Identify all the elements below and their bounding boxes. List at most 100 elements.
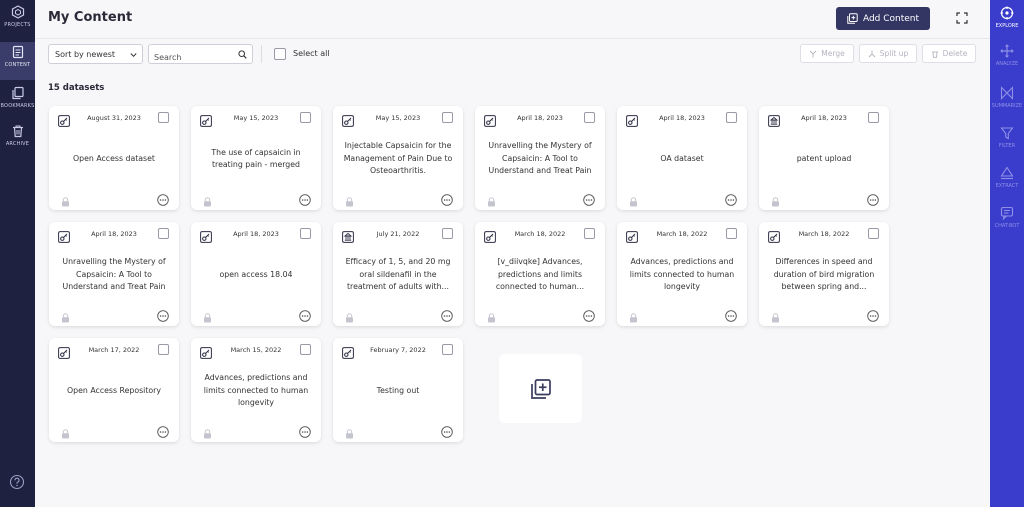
dataset-checkbox[interactable] <box>726 228 737 239</box>
dataset-card[interactable]: April 18, 2023 Unravelling the Mystery of… <box>49 222 179 326</box>
more-options-icon[interactable] <box>299 191 311 206</box>
search-box <box>148 44 253 67</box>
dataset-card[interactable]: February 7, 2022 Testing out <box>333 338 463 442</box>
key-icon <box>342 344 354 359</box>
explore-icon <box>1000 6 1014 20</box>
dataset-checkbox[interactable] <box>158 112 169 123</box>
dataset-card[interactable]: March 18, 2022 Advances, predictions and … <box>617 222 747 326</box>
dataset-checkbox[interactable] <box>300 112 311 123</box>
dataset-checkbox[interactable] <box>726 112 737 123</box>
nav-projects[interactable]: PROJECTS <box>0 2 35 40</box>
merge-button[interactable]: Merge <box>800 44 854 63</box>
more-options-icon[interactable] <box>725 307 737 322</box>
tool-summarize[interactable]: SUMMARIZE <box>990 82 1024 118</box>
sort-select[interactable]: Sort by newest <box>48 44 143 64</box>
dataset-checkbox[interactable] <box>300 344 311 355</box>
more-options-icon[interactable] <box>441 191 453 206</box>
tool-chat-bot[interactable]: CHAT-BOT <box>990 202 1024 238</box>
dataset-checkbox[interactable] <box>868 112 879 123</box>
nav-label: CONTENT <box>4 62 31 68</box>
more-options-icon[interactable] <box>583 191 595 206</box>
fullscreen-icon[interactable] <box>956 12 968 24</box>
tool-extract[interactable]: EXTRACT <box>990 162 1024 198</box>
more-options-icon[interactable] <box>583 307 595 322</box>
more-options-icon[interactable] <box>867 191 879 206</box>
dataset-title: Injectable Capsaicin for the Management … <box>343 141 453 176</box>
dataset-checkbox[interactable] <box>158 228 169 239</box>
add-dataset-card[interactable] <box>499 354 582 423</box>
more-options-icon[interactable] <box>441 307 453 322</box>
split-icon <box>868 50 876 57</box>
filter-icon <box>1000 127 1014 140</box>
dataset-title: Unravelling the Mystery of Capsaicin: A … <box>488 141 592 176</box>
add-copy-icon <box>530 378 551 399</box>
more-options-icon[interactable] <box>725 191 737 206</box>
select-all-checkbox[interactable] <box>274 48 286 60</box>
delete-button[interactable]: Delete <box>922 44 976 63</box>
dataset-checkbox[interactable] <box>442 112 453 123</box>
dataset-checkbox[interactable] <box>584 228 595 239</box>
dataset-card[interactable]: March 15, 2022 Advances, predictions and … <box>191 338 321 442</box>
add-content-button[interactable]: Add Content <box>836 7 930 30</box>
dataset-card[interactable]: April 18, 2023 OA dataset <box>617 106 747 210</box>
dataset-date: April 18, 2023 <box>91 230 137 238</box>
key-icon <box>768 228 780 243</box>
add-copy-icon <box>847 13 858 24</box>
question-icon[interactable] <box>9 474 25 490</box>
dataset-date: May 15, 2023 <box>233 114 279 122</box>
lock-icon <box>345 308 354 323</box>
dataset-card[interactable]: March 18, 2022 [v_diivqke] Advances, pred… <box>475 222 605 326</box>
lock-icon <box>203 192 212 207</box>
tool-analyze[interactable]: ANALYZE <box>990 40 1024 76</box>
more-options-icon[interactable] <box>867 307 879 322</box>
lock-icon <box>629 192 638 207</box>
tool-filter[interactable]: FILTER <box>990 122 1024 158</box>
more-options-icon[interactable] <box>441 423 453 438</box>
lock-icon <box>203 424 212 439</box>
search-input[interactable] <box>149 48 233 67</box>
dataset-card[interactable]: April 18, 2023 open access 18.04 <box>191 222 321 326</box>
patent-icon <box>768 112 780 127</box>
dataset-date: August 31, 2023 <box>87 114 141 122</box>
add-content-label: Add Content <box>862 13 920 24</box>
nav-archive[interactable]: ARCHIVE <box>0 121 35 159</box>
dataset-title: Open Access Repository <box>67 385 161 395</box>
dataset-card[interactable]: March 18, 2022 Differences in speed and d… <box>759 222 889 326</box>
main-content: My Content Add Content Sort by newest Se… <box>35 0 990 507</box>
tool-label: EXPLORE <box>995 23 1019 29</box>
lock-icon <box>345 192 354 207</box>
tool-label: EXTRACT <box>995 183 1019 189</box>
more-options-icon[interactable] <box>299 423 311 438</box>
more-options-icon[interactable] <box>157 307 169 322</box>
dataset-date: February 7, 2022 <box>370 346 426 354</box>
dataset-card[interactable]: April 18, 2023 patent upload <box>759 106 889 210</box>
dataset-checkbox[interactable] <box>158 344 169 355</box>
dataset-card[interactable]: July 21, 2022 Efficacy of 1, 5, and 20 mg… <box>333 222 463 326</box>
delete-label: Delete <box>942 49 968 58</box>
dataset-card[interactable]: May 15, 2023 Injectable Capsaicin for the… <box>333 106 463 210</box>
toolbar: Sort by newest Select all Merge Split up… <box>48 44 978 67</box>
dataset-checkbox[interactable] <box>300 228 311 239</box>
more-options-icon[interactable] <box>157 423 169 438</box>
split-up-button[interactable]: Split up <box>859 44 917 63</box>
dataset-card[interactable]: August 31, 2023 Open Access dataset <box>49 106 179 210</box>
dataset-checkbox[interactable] <box>442 228 453 239</box>
dataset-checkbox[interactable] <box>442 344 453 355</box>
dataset-card[interactable]: April 18, 2023 Unravelling the Mystery of… <box>475 106 605 210</box>
tool-explore[interactable]: EXPLORE <box>990 2 1024 38</box>
lock-icon <box>61 192 70 207</box>
dataset-date: April 18, 2023 <box>233 230 279 238</box>
search-icon[interactable] <box>238 50 247 59</box>
dataset-date: April 18, 2023 <box>517 114 563 122</box>
patent-icon <box>342 228 354 243</box>
dataset-checkbox[interactable] <box>868 228 879 239</box>
bookmark-copy-icon <box>11 86 24 100</box>
more-options-icon[interactable] <box>157 191 169 206</box>
dataset-card[interactable]: May 15, 2023 The use of capsaicin in trea… <box>191 106 321 210</box>
dataset-title: Differences in speed and duration of bir… <box>773 257 875 292</box>
dataset-card[interactable]: March 17, 2022 Open Access Repository <box>49 338 179 442</box>
dataset-checkbox[interactable] <box>584 112 595 123</box>
nav-bookmarks[interactable]: BOOKMARKS <box>0 83 35 121</box>
more-options-icon[interactable] <box>299 307 311 322</box>
nav-content[interactable]: CONTENT <box>0 42 35 80</box>
